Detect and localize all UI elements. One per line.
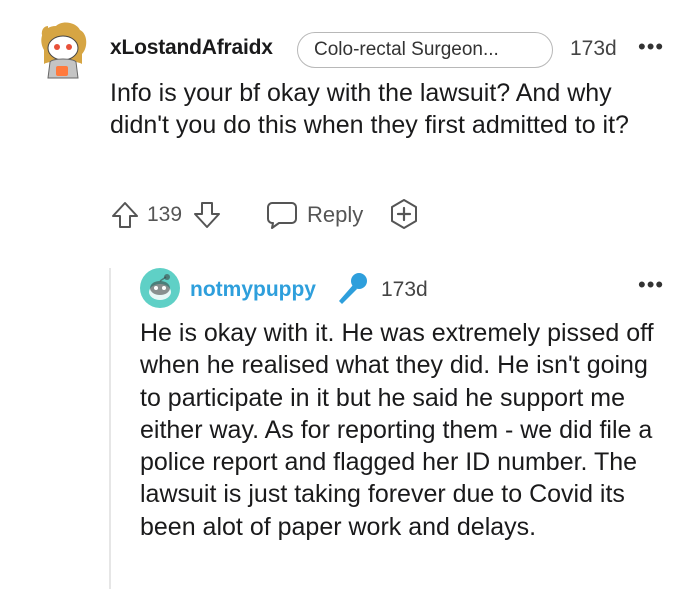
avatar[interactable] (36, 20, 90, 80)
user-flair: Colo-rectal Surgeon... (297, 32, 553, 68)
more-options-button[interactable]: ••• (638, 34, 664, 60)
speech-bubble-icon (267, 202, 297, 229)
comment-timestamp[interactable]: 173d (570, 37, 617, 61)
reply-timestamp[interactable]: 173d (381, 278, 428, 302)
reply-avatar[interactable] (140, 268, 180, 308)
upvote-button[interactable] (110, 200, 140, 230)
thread-line[interactable] (109, 268, 111, 589)
vote-score: 139 (147, 203, 183, 226)
arrow-up-icon (112, 202, 138, 228)
award-button[interactable] (388, 198, 420, 230)
reply-label: Reply (307, 202, 364, 227)
downvote-button[interactable] (192, 200, 222, 230)
reply-button[interactable]: Reply (266, 198, 363, 232)
reply-body: He is okay with it. He was extremely pis… (140, 319, 654, 541)
flair-badge (334, 270, 370, 306)
microphone-icon (339, 273, 367, 304)
award-plus-icon (391, 199, 417, 229)
arrow-down-icon (194, 202, 220, 228)
comment-body: Info is your bf okay with the lawsuit? A… (110, 79, 629, 139)
snoo-avatar-icon (140, 268, 180, 308)
reply-more-options-button[interactable]: ••• (638, 272, 664, 298)
reply-username[interactable]: notmypuppy (190, 278, 316, 302)
snoo-avatar-icon (41, 22, 87, 79)
comment-username[interactable]: xLostandAfraidx (110, 36, 273, 60)
